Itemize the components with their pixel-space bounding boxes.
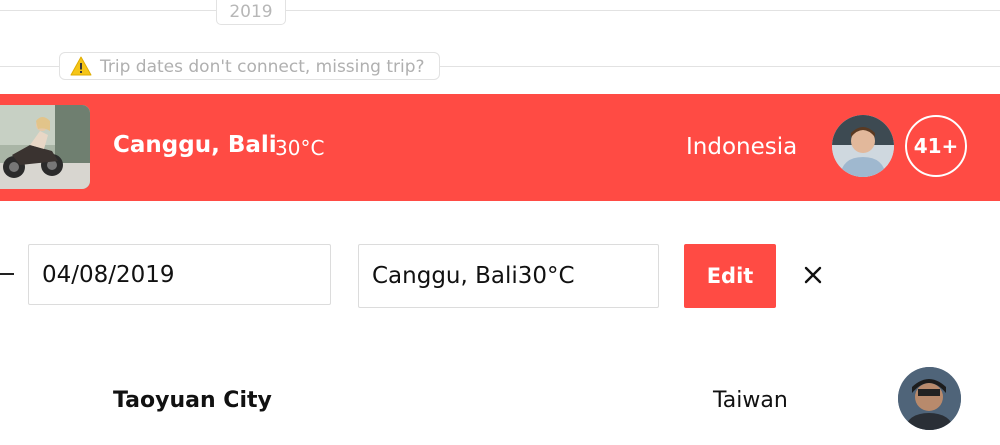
warning-text: Trip dates don't connect, missing trip?	[100, 57, 425, 77]
trip-timeline: 2019 Trip dates don't connect, missing t…	[0, 0, 1000, 445]
avatar-image	[832, 115, 894, 177]
next-trip-country: Taiwan	[713, 388, 788, 413]
edit-button[interactable]: Edit	[684, 244, 776, 308]
avatar[interactable]	[898, 367, 961, 430]
next-trip-city[interactable]: Taoyuan City	[113, 388, 272, 413]
year-label: 2019	[216, 0, 286, 25]
trip-photo-image	[0, 105, 90, 189]
timeline-connector	[0, 273, 14, 275]
trip-country: Indonesia	[686, 134, 798, 160]
timeline-divider	[0, 10, 1000, 11]
trip-city[interactable]: Canggu, Bali	[113, 132, 277, 158]
trip-photo	[0, 105, 90, 189]
avatar-image	[898, 367, 961, 430]
trip-banner[interactable]: Canggu, Bali 30°C Indonesia 41+	[0, 94, 1000, 201]
traveler-count-badge[interactable]: 41+	[905, 115, 967, 177]
missing-trip-warning[interactable]: Trip dates don't connect, missing trip?	[59, 52, 440, 80]
warning-icon	[70, 56, 92, 76]
trip-date-input[interactable]	[28, 244, 331, 305]
avatar[interactable]	[832, 115, 894, 177]
trip-temperature: 30°C	[275, 136, 325, 160]
trip-location-input[interactable]	[358, 244, 659, 308]
close-icon[interactable]	[800, 262, 826, 288]
